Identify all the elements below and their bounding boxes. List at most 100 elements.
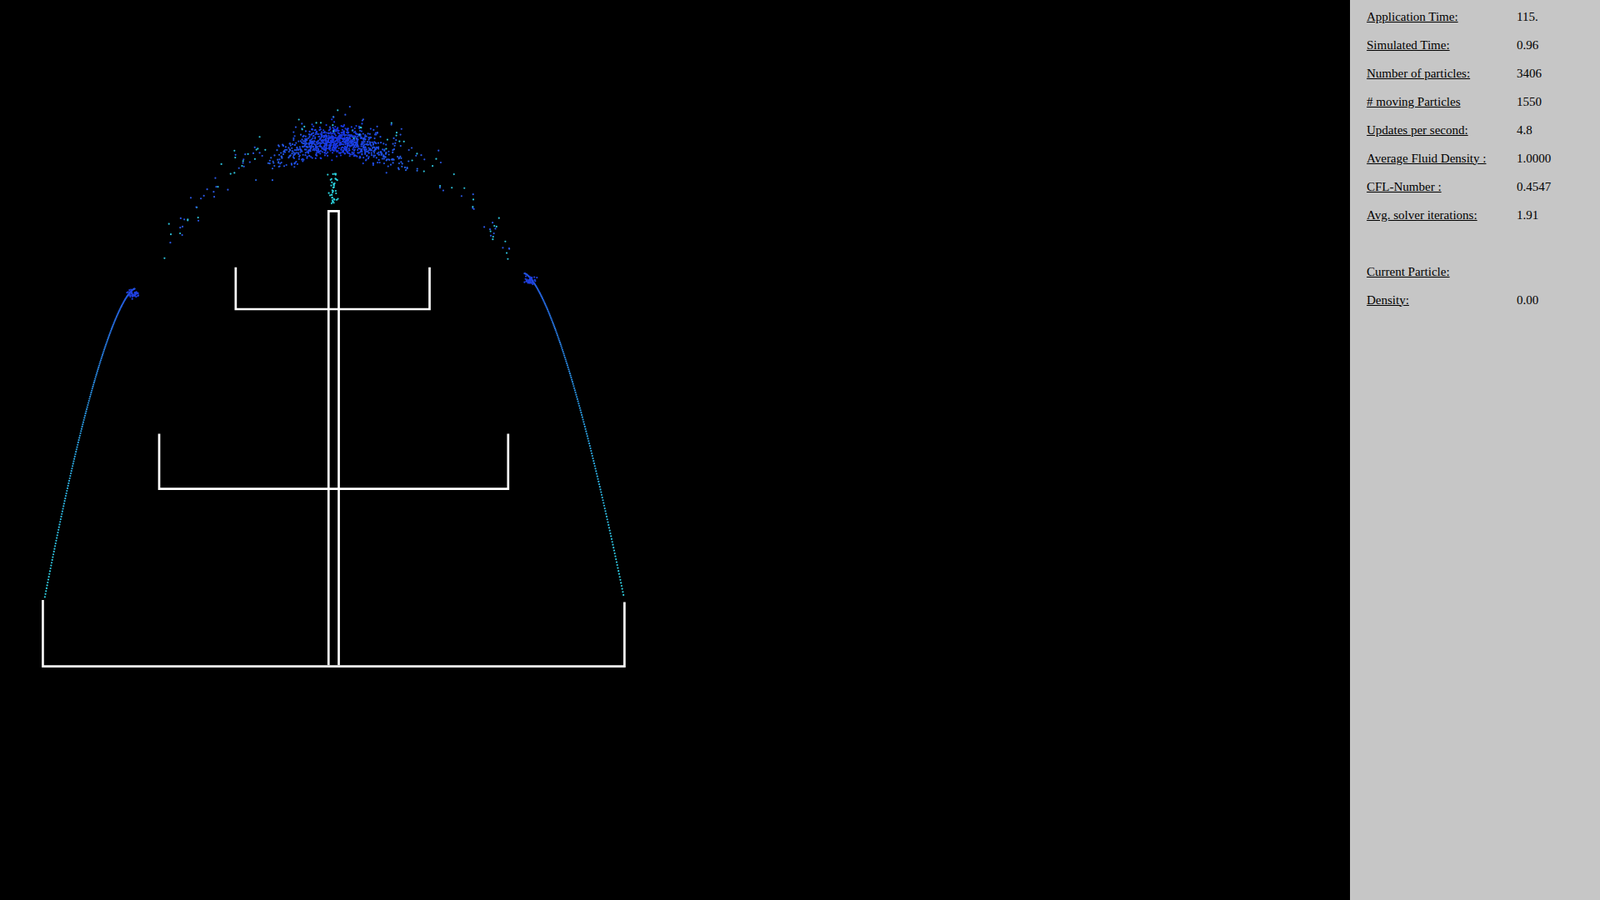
particle xyxy=(354,146,356,149)
particle xyxy=(56,531,59,534)
particle xyxy=(325,147,328,150)
particle xyxy=(305,145,307,148)
particle xyxy=(136,295,139,297)
particle xyxy=(75,450,77,453)
particle xyxy=(355,155,357,157)
particle xyxy=(335,146,338,149)
particle xyxy=(254,146,256,149)
particle xyxy=(289,142,291,145)
particle xyxy=(392,161,395,164)
particle xyxy=(506,258,509,260)
particle xyxy=(303,142,305,145)
particle xyxy=(90,390,93,392)
particle xyxy=(559,341,561,344)
particle xyxy=(560,345,562,347)
particle xyxy=(285,145,287,148)
particle xyxy=(264,149,266,151)
particle xyxy=(471,205,474,208)
particle xyxy=(554,327,556,330)
particle xyxy=(319,138,321,140)
particle xyxy=(360,137,362,140)
particle xyxy=(77,439,80,441)
particle xyxy=(325,134,327,136)
particle xyxy=(341,150,344,152)
particle xyxy=(75,445,78,448)
particle xyxy=(320,157,322,160)
particle xyxy=(355,135,357,138)
particle xyxy=(415,170,418,172)
particle xyxy=(290,154,292,156)
particle xyxy=(45,587,48,590)
particle xyxy=(299,151,301,154)
particle xyxy=(332,184,335,186)
particle xyxy=(366,140,369,143)
particle xyxy=(298,158,300,160)
particle xyxy=(226,189,229,191)
particle xyxy=(183,218,185,220)
particle xyxy=(341,131,344,134)
particle xyxy=(460,195,463,197)
particle xyxy=(242,158,245,160)
particle xyxy=(508,248,510,250)
particle xyxy=(342,131,345,134)
particle xyxy=(358,133,360,135)
particle xyxy=(86,404,89,406)
particle xyxy=(55,540,57,542)
particle xyxy=(60,518,62,520)
particle xyxy=(295,151,297,154)
particle xyxy=(327,141,330,144)
particle xyxy=(293,162,295,165)
particle xyxy=(351,151,354,154)
stat-label: # moving Particles xyxy=(1366,95,1517,110)
stat-value: 4.8 xyxy=(1516,123,1600,138)
particle xyxy=(595,472,598,475)
particle xyxy=(383,157,385,160)
particle xyxy=(312,135,315,137)
particle xyxy=(567,366,570,369)
particle xyxy=(551,320,554,323)
particle xyxy=(234,156,236,159)
spacer xyxy=(1366,229,1600,258)
particle xyxy=(501,246,504,249)
particle xyxy=(63,502,65,505)
particle xyxy=(390,164,392,166)
particle xyxy=(388,159,390,161)
stat-value: 1.91 xyxy=(1516,208,1600,223)
particle xyxy=(312,148,315,150)
particle xyxy=(360,148,363,150)
particle xyxy=(594,467,596,470)
particle xyxy=(331,124,334,126)
particle xyxy=(351,129,354,131)
particle xyxy=(321,147,324,150)
particle xyxy=(508,247,510,250)
particle xyxy=(570,376,572,379)
particle xyxy=(395,139,397,141)
particle xyxy=(359,133,361,135)
particle xyxy=(491,238,494,240)
particle xyxy=(344,148,346,150)
particle xyxy=(303,135,305,137)
particle xyxy=(584,428,586,430)
particle xyxy=(340,148,342,150)
particle xyxy=(377,142,380,145)
particle xyxy=(453,173,455,175)
particle xyxy=(261,155,264,157)
simulation-canvas[interactable] xyxy=(0,0,1350,900)
particle xyxy=(319,126,321,129)
particle xyxy=(281,144,284,146)
particle xyxy=(367,132,370,135)
particle xyxy=(400,165,403,168)
particle xyxy=(56,534,59,536)
particle xyxy=(285,164,288,166)
particle xyxy=(400,157,402,160)
particle xyxy=(323,139,325,141)
particle xyxy=(584,425,586,428)
particle xyxy=(612,546,615,549)
particle xyxy=(383,162,385,165)
particle xyxy=(292,137,295,140)
particle xyxy=(376,131,379,134)
particle xyxy=(610,535,612,537)
particle xyxy=(280,151,282,154)
particle xyxy=(330,136,333,139)
particle xyxy=(391,151,394,154)
